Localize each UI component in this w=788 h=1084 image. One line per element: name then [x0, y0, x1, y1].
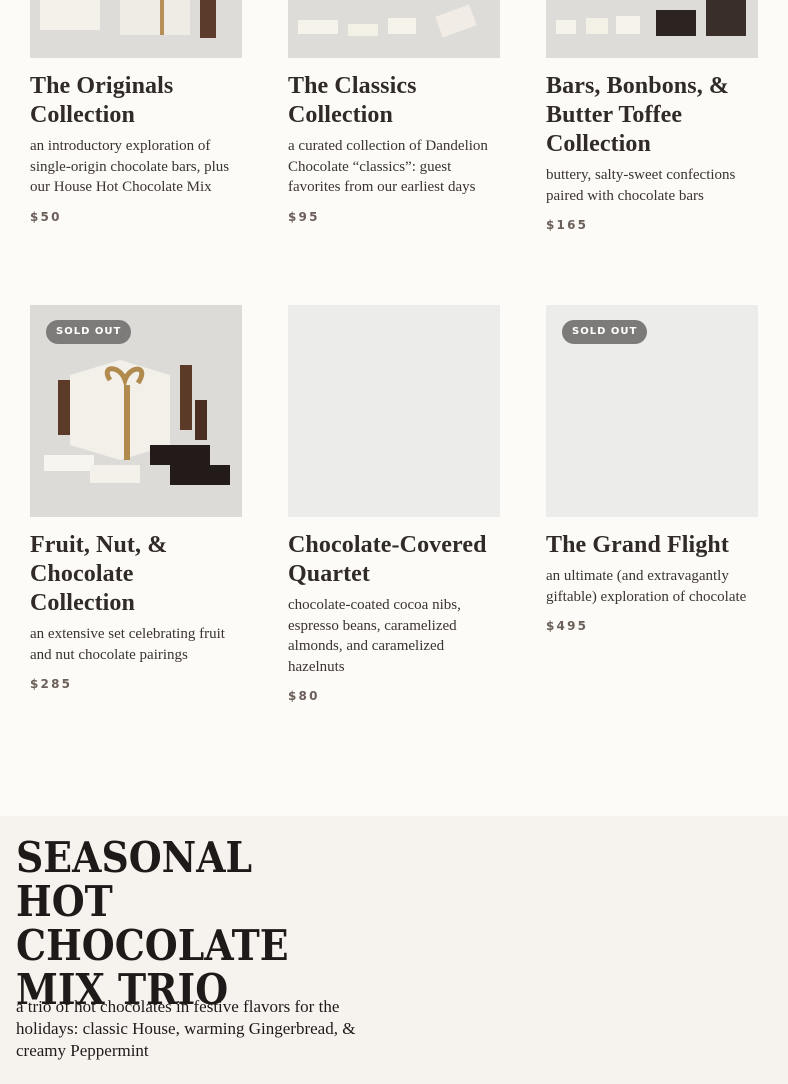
product-description: chocolate-coated cocoa nibs, espresso be…	[288, 597, 461, 675]
product-description: an introductory exploration of single-or…	[30, 138, 230, 195]
product-title[interactable]: The Originals Collection	[30, 72, 242, 130]
product-image[interactable]	[546, 0, 758, 58]
product-title[interactable]: The Grand Flight	[546, 531, 758, 560]
seasonal-feature: Seasonal Hot Chocolate Mix Trio a trio o…	[0, 816, 788, 1084]
product-description: an extensive set celebrating fruit and n…	[30, 626, 225, 663]
product-description: a curated collection of Dandelion Chocol…	[288, 138, 488, 195]
product-image[interactable]	[288, 0, 500, 58]
gift-box-image	[30, 0, 242, 58]
product-price: $95	[288, 209, 320, 224]
product-title[interactable]: Bars, Bonbons, & Butter Toffee Collectio…	[546, 72, 758, 159]
product-price: $165	[546, 218, 589, 232]
product-description: buttery, salty-sweet confections paired …	[546, 167, 736, 204]
sold-out-badge: SOLD OUT	[562, 320, 648, 344]
product-title[interactable]: The Classics Collection	[288, 72, 500, 130]
seasonal-heading: Seasonal Hot Chocolate Mix Trio	[16, 833, 289, 1014]
seasonal-description: a trio of hot chocolates in festive flav…	[16, 997, 356, 1060]
product-title[interactable]: Fruit, Nut, & Chocolate Collection	[30, 531, 242, 618]
product-description: an ultimate (and extravagantly giftable)…	[546, 568, 747, 605]
product-image[interactable]: SOLD OUT	[30, 305, 242, 517]
product-image-placeholder[interactable]: SOLD OUT	[546, 305, 758, 517]
product-price: $495	[546, 619, 589, 633]
sold-out-badge: SOLD OUT	[46, 320, 132, 344]
product-image[interactable]	[30, 0, 242, 58]
product-price: $50	[30, 209, 62, 224]
product-price: $285	[30, 677, 73, 691]
gift-box-image	[288, 0, 500, 58]
product-image-placeholder[interactable]	[288, 305, 500, 517]
product-price: $80	[288, 689, 320, 703]
gift-box-image	[546, 0, 758, 58]
product-title[interactable]: Chocolate-Covered Quartet	[288, 531, 500, 589]
